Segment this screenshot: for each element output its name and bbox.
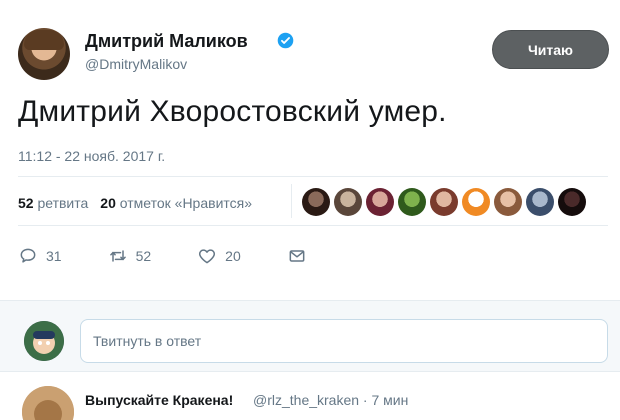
tweet-actions: 31 52 20 xyxy=(18,246,353,266)
author-avatar[interactable] xyxy=(18,28,70,80)
heart-icon xyxy=(199,249,216,264)
speech-bubble-icon xyxy=(20,248,36,263)
retweets-count: 52 xyxy=(18,195,34,211)
author-name[interactable]: Дмитрий Маликов xyxy=(85,31,248,52)
cartoon-avatar-icon xyxy=(24,321,64,361)
like-button[interactable]: 20 xyxy=(197,246,241,266)
likes-label: отметок «Нравится» xyxy=(119,195,253,211)
tweet-stats: 52 ретвита 20 отметок «Нравится» xyxy=(18,195,252,211)
reply-author-handle-time[interactable]: @rlz_the_kraken · 7 мин xyxy=(253,392,408,408)
reply-input[interactable] xyxy=(80,319,608,363)
tweet-text: Дмитрий Хворостовский умер. xyxy=(18,95,447,128)
retweets-stat[interactable]: 52 ретвита xyxy=(18,195,88,211)
reply-count: 31 xyxy=(46,248,62,264)
liker-avatar[interactable] xyxy=(334,188,362,216)
reply-button[interactable]: 31 xyxy=(18,246,62,266)
tweet-timestamp[interactable]: 11:12 - 22 нояб. 2017 г. xyxy=(18,148,165,164)
retweet-count: 52 xyxy=(135,248,152,264)
likes-count: 20 xyxy=(100,195,116,211)
envelope-icon xyxy=(289,250,305,262)
reply-compose xyxy=(0,300,620,372)
retweets-label: ретвита xyxy=(37,195,89,211)
liker-avatar[interactable] xyxy=(302,188,330,216)
tweet-card: Дмитрий Маликов @DmitryMalikov Читаю Дми… xyxy=(0,0,620,300)
liker-avatar[interactable] xyxy=(494,188,522,216)
liker-avatar[interactable] xyxy=(558,188,586,216)
stats-separator xyxy=(291,184,292,218)
divider xyxy=(18,225,608,226)
retweet-arrows-icon xyxy=(109,250,126,262)
liker-avatar[interactable] xyxy=(398,188,426,216)
author-handle[interactable]: @DmitryMalikov xyxy=(85,56,187,72)
reply-tweet: Выпускайте Кракена! @rlz_the_kraken · 7 … xyxy=(0,372,620,420)
retweet-button[interactable]: 52 xyxy=(108,246,152,266)
reply-author-name[interactable]: Выпускайте Кракена! xyxy=(85,392,233,408)
current-user-avatar[interactable] xyxy=(24,321,64,361)
like-count: 20 xyxy=(225,248,241,264)
following-button[interactable]: Читаю xyxy=(492,30,609,69)
divider xyxy=(18,176,608,177)
liker-avatar[interactable] xyxy=(366,188,394,216)
reply-avatar-image-icon xyxy=(22,386,74,420)
liker-avatar[interactable] xyxy=(526,188,554,216)
direct-message-button[interactable] xyxy=(287,246,307,266)
reply-author-avatar[interactable] xyxy=(22,386,74,420)
verified-badge-icon xyxy=(277,32,294,49)
likers-avatars xyxy=(302,188,586,216)
liker-avatar[interactable] xyxy=(430,188,458,216)
liker-avatar[interactable] xyxy=(462,188,490,216)
likes-stat[interactable]: 20 отметок «Нравится» xyxy=(100,195,252,211)
